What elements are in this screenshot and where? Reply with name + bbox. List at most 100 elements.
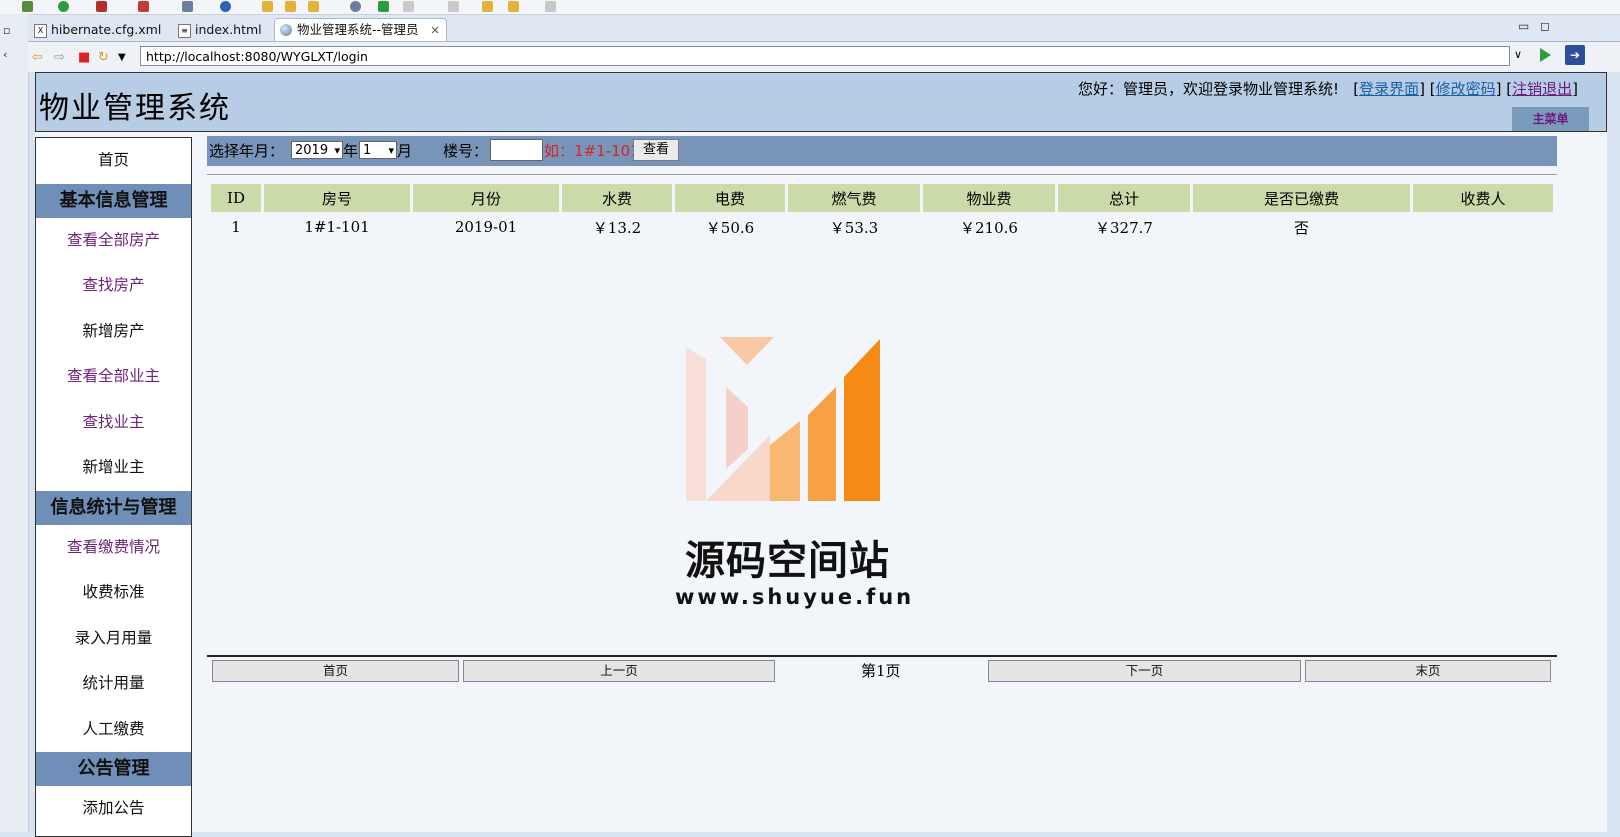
chevron-left-icon[interactable]: ‹ bbox=[3, 48, 7, 61]
greeting-text: 您好：管理员，欢迎登录物业管理系统! bbox=[1077, 80, 1339, 98]
tab-label: hibernate.cfg.xml bbox=[51, 22, 162, 37]
maximize-icon[interactable]: ◻ bbox=[1540, 19, 1550, 33]
col-property-fee: 物业费 bbox=[923, 184, 1055, 212]
chevron-down-icon[interactable]: ▼ bbox=[118, 52, 126, 63]
cell-electric: ￥50.6 bbox=[705, 218, 755, 237]
sidebar-item-enter-usage[interactable]: 录入月用量 bbox=[36, 616, 191, 662]
logo-bar-3 bbox=[770, 421, 800, 501]
month-select[interactable]: 1 ▾ bbox=[359, 141, 397, 159]
url-dropdown-icon[interactable]: ∨ bbox=[1514, 48, 1522, 61]
col-month: 月份 bbox=[413, 184, 559, 212]
sidebar-item-manual-payment[interactable]: 人工缴费 bbox=[36, 707, 191, 753]
server-icon[interactable] bbox=[96, 1, 107, 12]
sidebar-section-basic-info: 基本信息管理 bbox=[36, 183, 191, 218]
external-browser-icon[interactable]: ➔ bbox=[1565, 45, 1585, 65]
sidebar-item-all-properties[interactable]: 查看全部房产 bbox=[36, 218, 191, 264]
cell-property-fee: ￥210.6 bbox=[960, 218, 1018, 237]
watermark-url: www.shuyue.fun bbox=[675, 585, 915, 609]
debug-icon[interactable] bbox=[22, 1, 33, 12]
first-page-button[interactable]: 首页 bbox=[212, 660, 459, 682]
table-row: 1 1#1-101 2019-01 ￥13.2 ￥50.6 ￥53.3 ￥210… bbox=[211, 212, 1553, 242]
building-input[interactable] bbox=[490, 139, 543, 161]
sidebar-item-usage-stats[interactable]: 统计用量 bbox=[36, 661, 191, 707]
cell-paid: 否 bbox=[1293, 218, 1309, 237]
sidebar: 首页 基本信息管理 查看全部房产 查找房产 新增房产 查看全部业主 查找业主 新… bbox=[35, 137, 192, 837]
col-water: 水费 bbox=[562, 184, 672, 212]
col-room: 房号 bbox=[264, 184, 410, 212]
open-folder-icon[interactable] bbox=[285, 1, 296, 12]
sidebar-item-find-owner[interactable]: 查找业主 bbox=[36, 400, 191, 446]
go-icon[interactable] bbox=[1540, 48, 1551, 62]
folder-icon[interactable] bbox=[262, 1, 273, 12]
collapse-icon[interactable]: ▫ bbox=[3, 24, 10, 37]
tool-icon[interactable] bbox=[138, 1, 149, 12]
logo-bar-2 bbox=[726, 387, 748, 469]
url-field[interactable]: http://localhost:8080/WYGLXT/login bbox=[140, 46, 1510, 66]
cell-collector bbox=[1413, 212, 1553, 242]
stop-icon[interactable]: ■ bbox=[78, 50, 90, 65]
logout-link[interactable]: 注销退出 bbox=[1512, 80, 1572, 98]
login-page-link[interactable]: 登录界面 bbox=[1359, 80, 1419, 98]
col-electric: 电费 bbox=[675, 184, 785, 212]
pin2-icon[interactable] bbox=[448, 1, 459, 12]
col-id: ID bbox=[211, 184, 261, 212]
cell-id: 1 bbox=[231, 218, 241, 236]
main-menu-button[interactable]: 主菜单 bbox=[1512, 107, 1589, 131]
sidebar-item-payment-status[interactable]: 查看缴费情况 bbox=[36, 525, 191, 571]
next-page-button[interactable]: 下一页 bbox=[988, 660, 1301, 682]
nav-icon[interactable] bbox=[545, 1, 556, 12]
html-file-icon: ≡ bbox=[178, 24, 191, 38]
col-paid: 是否已缴费 bbox=[1193, 184, 1410, 212]
globe-icon[interactable] bbox=[350, 1, 361, 12]
globe-icon bbox=[280, 24, 292, 36]
sidebar-item-add-owner[interactable]: 新增业主 bbox=[36, 445, 191, 491]
minimize-icon[interactable]: ▭ bbox=[1518, 19, 1529, 33]
tab-label: index.html bbox=[195, 22, 262, 37]
greeting-bar: 您好：管理员，欢迎登录物业管理系统! [登录界面] [修改密码] [注销退出] bbox=[1077, 80, 1578, 98]
prev-page-button[interactable]: 上一页 bbox=[463, 660, 775, 682]
col-collector: 收费人 bbox=[1413, 184, 1553, 212]
col-total: 总计 bbox=[1058, 184, 1190, 212]
refresh-icon[interactable] bbox=[220, 1, 231, 12]
month-suffix: 月 bbox=[397, 142, 413, 160]
launch-icon[interactable] bbox=[378, 1, 389, 12]
building-label: 楼号： bbox=[443, 142, 489, 160]
sidebar-item-find-property[interactable]: 查找房产 bbox=[36, 263, 191, 309]
wand-icon[interactable] bbox=[308, 1, 319, 12]
sidebar-item-add-property[interactable]: 新增房产 bbox=[36, 309, 191, 355]
sidebar-item-all-owners[interactable]: 查看全部业主 bbox=[36, 354, 191, 400]
run-icon[interactable] bbox=[58, 1, 69, 12]
sidebar-item-fee-standard[interactable]: 收费标准 bbox=[36, 570, 191, 616]
forward-arrow-icon[interactable]: ⇨ bbox=[54, 50, 65, 65]
tab-hibernate-cfg[interactable]: X hibernate.cfg.xml bbox=[28, 18, 168, 41]
table-header-row: ID 房号 月份 水费 电费 燃气费 物业费 总计 是否已缴费 收费人 bbox=[211, 184, 1553, 212]
last-page-button[interactable]: 末页 bbox=[1305, 660, 1551, 682]
back-icon[interactable] bbox=[482, 1, 493, 12]
sidebar-item-home[interactable]: 首页 bbox=[36, 138, 191, 184]
site-title: 物业管理系统 bbox=[39, 91, 231, 126]
sidebar-section-notice: 公告管理 bbox=[36, 752, 191, 786]
browser-toolbar: ⇦ ⇨ ■ ↻ ▼ http://localhost:8080/WYGLXT/l… bbox=[28, 42, 1620, 72]
change-password-link[interactable]: 修改密码 bbox=[1436, 80, 1496, 98]
chevron-down-icon: ▾ bbox=[388, 144, 394, 157]
view-button[interactable]: 查看 bbox=[633, 139, 679, 161]
pin-icon[interactable] bbox=[403, 1, 414, 12]
tab-label: 物业管理系统--管理员 bbox=[297, 22, 419, 37]
logo-bar-5 bbox=[844, 339, 880, 501]
fee-table: ID 房号 月份 水费 电费 燃气费 物业费 总计 是否已缴费 收费人 1 1#… bbox=[208, 184, 1556, 242]
cell-month: 2019-01 bbox=[454, 218, 518, 236]
refresh-icon[interactable]: ↻ bbox=[98, 50, 109, 65]
tab-browser[interactable]: 物业管理系统--管理员 ✕ bbox=[274, 18, 447, 41]
forward-icon[interactable] bbox=[508, 1, 519, 12]
pager-divider bbox=[207, 655, 1557, 657]
sidebar-item-add-notice[interactable]: 添加公告 bbox=[36, 786, 191, 832]
close-icon[interactable]: ✕ bbox=[431, 24, 440, 37]
tab-index-html[interactable]: ≡ index.html bbox=[172, 18, 269, 41]
year-select[interactable]: 2019 ▾ bbox=[291, 141, 343, 159]
search-icon[interactable] bbox=[182, 1, 193, 12]
col-gas: 燃气费 bbox=[788, 184, 920, 212]
back-arrow-icon[interactable]: ⇦ bbox=[32, 50, 43, 65]
month-select-value: 1 bbox=[363, 143, 372, 158]
watermark-logo bbox=[686, 337, 880, 501]
cell-water: ￥13.2 bbox=[592, 218, 642, 237]
